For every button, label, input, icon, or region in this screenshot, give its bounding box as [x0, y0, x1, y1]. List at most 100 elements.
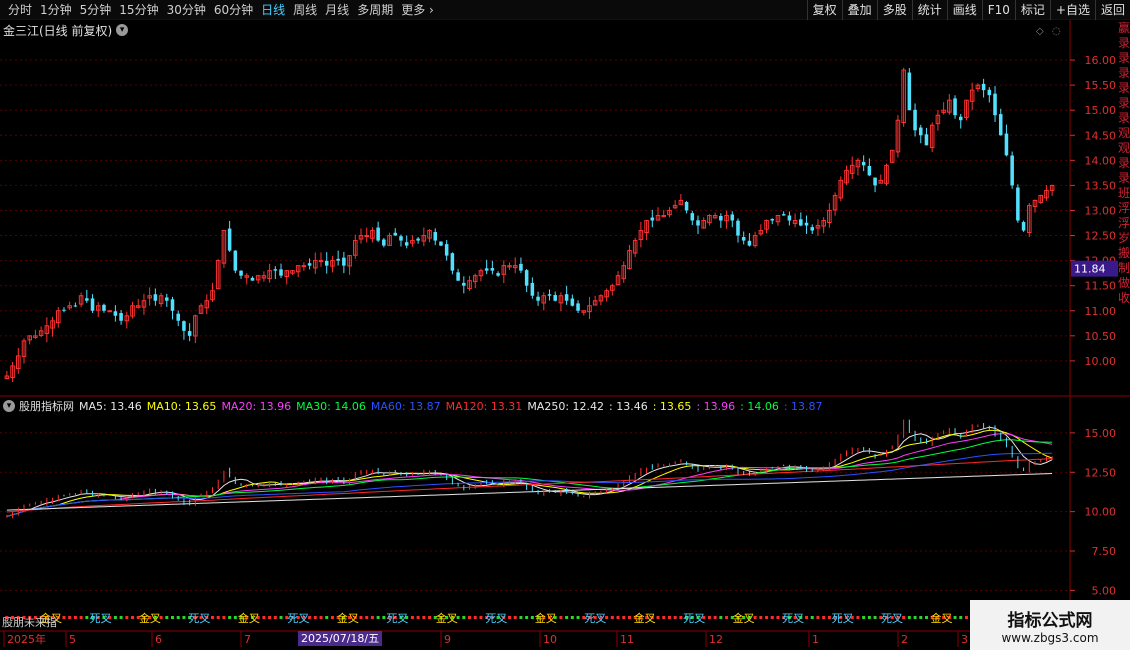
signal-dot: [370, 616, 374, 619]
signal-label: 死叉: [89, 612, 111, 625]
side-char: 搬: [1118, 246, 1130, 260]
candle-body: [393, 232, 398, 236]
signal-dot: [422, 616, 426, 619]
signal-dot: [924, 616, 928, 619]
y-tick-label: 7.50: [1092, 545, 1117, 558]
y-tick-label: 10.00: [1085, 506, 1117, 519]
signal-dot: [216, 616, 220, 619]
signal-dot: [410, 616, 414, 619]
signal-dot: [656, 616, 660, 619]
signal-dot: [822, 616, 826, 619]
candle-body: [301, 265, 307, 268]
signal-dot: [325, 616, 329, 619]
signal-dot: [576, 616, 580, 619]
signal-dot: [673, 616, 677, 619]
signal-dot: [62, 616, 66, 619]
signal-dot: [359, 616, 363, 619]
candle-body: [176, 313, 180, 321]
ma-line-ma20: [6, 433, 1053, 517]
candle-body: [382, 239, 386, 246]
y-tick-label: 13.00: [1085, 204, 1117, 217]
signal-label: 死叉: [386, 612, 408, 625]
candle-body: [804, 222, 809, 226]
signal-dot: [376, 616, 380, 619]
signal-label: 金叉: [535, 611, 557, 625]
candle-body: [153, 294, 158, 301]
signal-label: 死叉: [485, 612, 507, 625]
candle-body: [787, 215, 792, 221]
candle-body: [650, 217, 655, 221]
candle-body: [182, 321, 186, 331]
y-tick-label: 13.50: [1085, 179, 1117, 192]
candle-body: [730, 214, 735, 221]
candle-body: [62, 309, 66, 311]
ma-value: MA5: 13.46: [79, 399, 142, 413]
candle-body: [564, 294, 569, 301]
ma-line-ma10: [6, 429, 1053, 517]
signal-label: 金叉: [238, 611, 260, 625]
candle-body: [913, 109, 917, 131]
signal-label: 死叉: [782, 612, 804, 625]
signal-dot: [273, 616, 277, 619]
candle-body: [953, 98, 957, 116]
watermark-url: www.zbgs3.com: [1001, 630, 1099, 645]
signal-dot: [182, 616, 186, 619]
candle-body: [958, 116, 963, 121]
side-char: 录: [1118, 156, 1130, 170]
current-price-label: 11.84: [1074, 263, 1106, 276]
candle-body: [993, 93, 997, 116]
candle-body: [490, 267, 495, 271]
signal-dot: [725, 616, 729, 619]
signal-dot: [79, 616, 83, 619]
signal-dot: [262, 616, 266, 619]
candle-body: [450, 253, 455, 271]
signal-dot: [776, 616, 780, 619]
candle-body: [416, 238, 420, 241]
candle-body: [250, 277, 255, 281]
side-char: 浮: [1118, 216, 1130, 230]
candle-body: [1021, 222, 1026, 231]
signal-dot: [616, 616, 620, 619]
signal-dot: [862, 616, 866, 619]
candle-body: [519, 263, 523, 271]
chevron-down-icon[interactable]: ▾: [3, 400, 15, 412]
indicator-header: ▾ 股朋指标网 MA5: 13.46 MA10: 13.65 MA20: 13.96…: [0, 398, 828, 414]
candle-body: [547, 294, 552, 296]
ma-value: : 13.65: [652, 399, 692, 413]
signal-dot: [165, 616, 169, 619]
y-tick-label: 14.50: [1085, 129, 1117, 142]
signal-dot: [953, 616, 957, 619]
side-char: 观: [1118, 141, 1130, 155]
chevron-down-icon[interactable]: ▾: [116, 24, 129, 36]
candle-body: [279, 269, 283, 276]
candle-body: [165, 297, 169, 301]
watermark: 指标公式网 www.zbgs3.com: [970, 600, 1130, 650]
signal-dot: [131, 616, 135, 619]
signal-label: 金叉: [337, 611, 359, 625]
signal-dot: [770, 616, 774, 619]
candle-body: [233, 250, 238, 271]
signal-label: 死叉: [832, 612, 854, 625]
y-tick-label: 11.00: [1085, 305, 1117, 318]
signal-dot: [268, 616, 272, 619]
time-label: 9: [444, 633, 451, 646]
signal-dot: [228, 616, 232, 619]
signal-dot: [662, 616, 666, 619]
y-tick-label: 12.50: [1085, 466, 1117, 479]
candle-body: [570, 298, 575, 306]
signal-dot: [119, 616, 123, 619]
signal-dot: [959, 616, 963, 619]
ma-value: MA120: 13.31: [445, 399, 523, 413]
candle-body: [239, 270, 243, 276]
stock-header: 金三江(日线 前复权) ▾: [0, 21, 129, 39]
y-tick-label: 10.50: [1085, 330, 1117, 343]
candle-body: [907, 72, 912, 111]
signal-dot: [565, 616, 569, 619]
signal-dot: [713, 616, 717, 619]
signal-dot: [319, 616, 323, 619]
candle-body: [439, 241, 443, 246]
candle-body: [576, 303, 580, 311]
signal-dot: [330, 616, 334, 619]
y-tick-label: 15.00: [1085, 427, 1117, 440]
kline-chart[interactable]: 10.0010.5011.0011.5012.0012.5013.0013.50…: [0, 0, 1130, 650]
